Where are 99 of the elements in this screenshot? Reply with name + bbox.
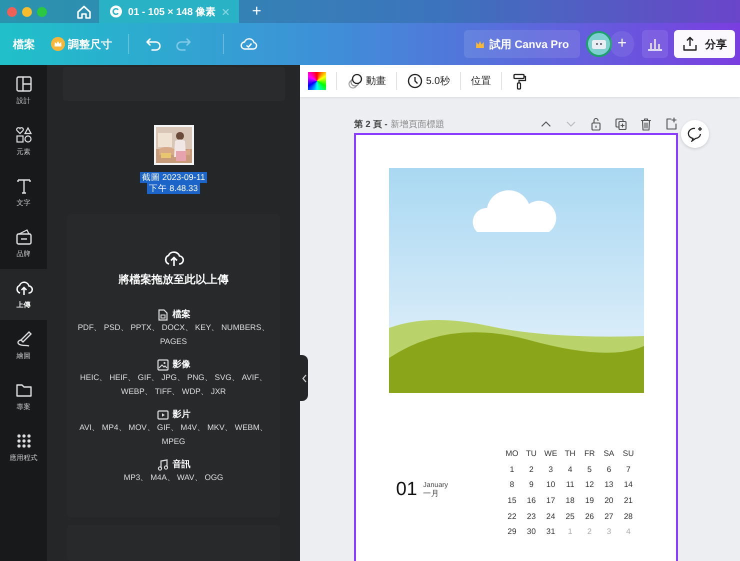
avatar[interactable] xyxy=(586,31,612,57)
format-heading: 影片 xyxy=(172,408,190,421)
home-icon xyxy=(76,4,92,20)
calendar-day: 29 xyxy=(502,527,522,536)
month-number: 01 xyxy=(396,478,418,501)
calendar-day: 5 xyxy=(580,464,600,474)
animate-button[interactable]: 動畫 xyxy=(347,73,386,89)
add-collaborator-button[interactable]: + xyxy=(610,31,634,57)
drop-zone[interactable]: 將檔案拖放至此以上傳 檔案 PDF、 PSD、 PPTX、 DOCX、 KEY、 NUMBERS、 PAGES 影像 HEIC、 HEIF、 GIF、 JPG、 PNG、 SVG、 AVIF、 WEBP、 TIFF、 WDP、 JXR 影片 AVI、 MP4、 MOV、 GIF、 M4V、 MKV、 WEBM、 MPEG 音訊 MP3、 M4A、 WAV、 OGG xyxy=(67,214,280,517)
calendar-day: 11 xyxy=(560,480,580,490)
document-icon xyxy=(156,308,168,320)
calendar-day: 2 xyxy=(580,527,600,536)
calendar-day: 22 xyxy=(502,512,522,521)
position-button[interactable]: 位置 xyxy=(470,74,491,88)
weekday-label: SA xyxy=(602,449,616,458)
format-list: MP3、 M4A、 WAV、 OGG xyxy=(68,471,278,485)
format-list: AVI、 MP4、 MOV、 GIF、 M4V、 MKV、 WEBM、 MPEG xyxy=(68,421,278,449)
insights-button[interactable] xyxy=(642,30,668,58)
comment-icon xyxy=(687,126,703,142)
format-heading: 音訊 xyxy=(172,458,190,471)
format-heading: 檔案 xyxy=(172,308,190,321)
calendar-day: 24 xyxy=(541,512,560,521)
calendar-day: 28 xyxy=(618,512,638,521)
calendar-day: 19 xyxy=(580,496,600,506)
share-icon xyxy=(682,36,698,52)
calendar-day: 3 xyxy=(541,464,560,474)
calendar-day: 8 xyxy=(502,480,522,490)
apps-icon xyxy=(14,432,32,450)
logo-icon xyxy=(110,5,122,18)
calendar-day: 31 xyxy=(541,527,560,536)
shapes-icon xyxy=(14,126,32,144)
weekday-label: SU xyxy=(622,449,635,458)
calendar-day: 17 xyxy=(541,496,560,506)
calendar-day: 23 xyxy=(522,512,542,521)
calendar-day: 15 xyxy=(502,496,522,506)
file-name[interactable]: 截圖 2023-09-11 xyxy=(140,172,208,183)
text-icon xyxy=(14,177,32,195)
calendar-day: 18 xyxy=(560,496,580,506)
calendar-day: 20 xyxy=(599,496,619,506)
animation-icon xyxy=(347,73,363,89)
calendar-day: 14 xyxy=(618,480,638,490)
lock-icon[interactable] xyxy=(589,117,603,131)
trash-icon[interactable] xyxy=(639,117,653,131)
add-comment-button[interactable] xyxy=(681,120,709,148)
month-name: 一月 xyxy=(423,490,440,498)
music-note-icon xyxy=(156,458,168,470)
calendar-day: 27 xyxy=(599,512,619,521)
calendar-day: 26 xyxy=(580,512,600,521)
undo-icon[interactable] xyxy=(145,36,161,52)
weekday-label: WE xyxy=(543,449,558,458)
calendar-day: 3 xyxy=(599,527,619,536)
image-icon xyxy=(156,358,168,370)
add-page-icon[interactable] xyxy=(664,117,678,131)
calendar-day: 4 xyxy=(560,464,580,474)
weekday-label: FR xyxy=(583,449,596,458)
calendar-day: 21 xyxy=(618,496,638,506)
weekday-label: TU xyxy=(525,449,538,458)
calendar-day: 16 xyxy=(522,496,542,506)
chevron-left-icon xyxy=(302,374,306,382)
duplicate-icon[interactable] xyxy=(614,117,628,131)
file-thumbnail[interactable] xyxy=(154,125,194,165)
pen-icon xyxy=(14,330,32,348)
new-tab-button[interactable]: + xyxy=(252,4,262,20)
paint-roller-icon[interactable] xyxy=(512,72,527,90)
share-button[interactable]: 分享 xyxy=(674,30,735,58)
calendar-day: 4 xyxy=(618,527,638,536)
format-list: PDF、 PSD、 PPTX、 DOCX、 KEY、 NUMBERS、 PAGES xyxy=(68,321,278,349)
color-swatch[interactable] xyxy=(308,72,326,90)
page-title-field[interactable]: 新增頁面標題 xyxy=(390,119,481,129)
calendar-day: 9 xyxy=(522,480,542,490)
page-label: 第 2 頁 - xyxy=(354,118,388,130)
calendar-day: 10 xyxy=(541,480,560,490)
calendar-day: 13 xyxy=(599,480,619,490)
calendar-day: 1 xyxy=(502,464,522,474)
layout-icon xyxy=(14,75,32,93)
file-name[interactable]: 下午 8.48.33 xyxy=(147,183,200,194)
weekday-label: TH xyxy=(564,449,576,458)
format-list: HEIC、 HEIF、 GIF、 JPG、 PNG、 SVG、 AVIF、 WEBP、 TIFF、 WDP、 JXR xyxy=(68,371,278,399)
weekday-label: MO xyxy=(504,449,520,458)
clock-icon xyxy=(407,73,423,89)
calendar-day: 30 xyxy=(522,527,542,536)
briefcase-icon xyxy=(14,228,32,246)
upload-icon xyxy=(14,279,32,297)
calendar-day: 7 xyxy=(618,464,638,474)
cloud-icon[interactable] xyxy=(240,36,258,52)
calendar-day: 6 xyxy=(599,464,619,474)
calendar-day: 1 xyxy=(560,527,580,536)
crown-icon xyxy=(474,40,485,48)
try-pro-button[interactable]: 試用 Canva Pro xyxy=(464,30,580,58)
calendar-day: 12 xyxy=(580,480,600,490)
calendar-day: 25 xyxy=(560,512,580,521)
format-heading: 影像 xyxy=(172,358,190,371)
bar-chart-icon xyxy=(647,36,663,52)
calendar-day: 2 xyxy=(522,464,542,474)
collapse-handle[interactable] xyxy=(300,355,308,401)
video-icon xyxy=(156,408,168,420)
duration-button[interactable]: 5.0秒 xyxy=(407,73,450,89)
drop-instruction: 將檔案拖放至此以上傳 xyxy=(118,272,228,287)
crown-icon xyxy=(51,37,65,51)
